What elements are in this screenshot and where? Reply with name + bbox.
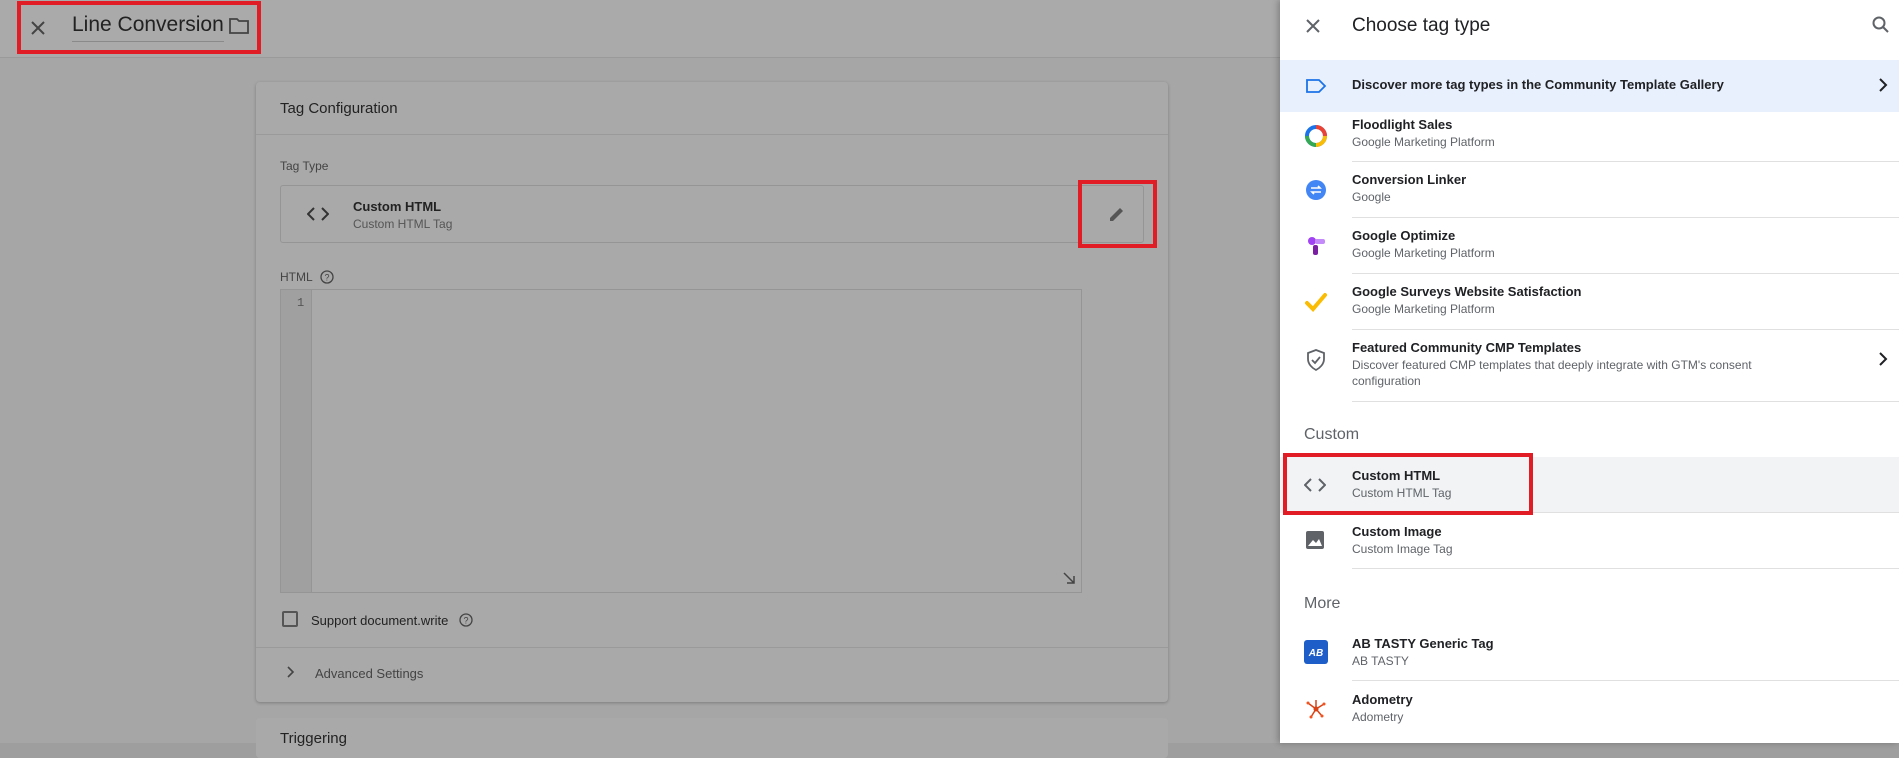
tag-type-item-google-optimize[interactable]: Google Optimize Google Marketing Platfor… <box>1280 218 1899 274</box>
resize-handle-icon[interactable] <box>1063 572 1075 584</box>
tag-editor: Line Conversion Tag Configuration Tag Ty… <box>0 0 1280 758</box>
item-name: AB TASTY Generic Tag <box>1352 636 1494 651</box>
tag-type-item-custom-image[interactable]: Custom Image Custom Image Tag <box>1280 513 1899 569</box>
highlight-custom-html <box>1283 453 1533 515</box>
floodlight-icon <box>1305 125 1327 147</box>
card-divider <box>256 647 1168 648</box>
card-header: Tag Configuration <box>256 82 1168 135</box>
choose-tag-type-drawer: Choose tag type Discover more tag types … <box>1280 0 1899 743</box>
item-name: Featured Community CMP Templates <box>1352 340 1582 355</box>
section-more: More <box>1304 595 1341 612</box>
tag-type-name: Custom HTML <box>353 199 442 214</box>
item-sub: Google Marketing Platform <box>1352 135 1495 149</box>
tag-icon <box>1306 79 1327 93</box>
tag-configuration-card: Tag Configuration Tag Type Custom HTML C… <box>256 82 1168 702</box>
support-document-write-label: Support document.write <box>311 613 449 628</box>
divider <box>1352 568 1899 569</box>
card-title: Tag Configuration <box>280 100 398 117</box>
support-document-write-checkbox[interactable] <box>282 611 298 627</box>
divider <box>1352 401 1899 402</box>
item-sub: Google Marketing Platform <box>1352 246 1495 260</box>
item-name: Conversion Linker <box>1352 172 1467 187</box>
svg-text:?: ? <box>463 616 468 626</box>
triggering-title: Triggering <box>280 730 347 747</box>
community-gallery-text: Discover more tag types in the Community… <box>1352 77 1724 92</box>
svg-text:AB: AB <box>1308 648 1323 659</box>
item-sub: Adometry <box>1352 710 1404 724</box>
help-icon[interactable]: ? <box>459 613 473 627</box>
item-name: Floodlight Sales <box>1352 117 1453 132</box>
tag-type-label: Tag Type <box>280 159 329 173</box>
close-icon[interactable] <box>1304 17 1322 35</box>
chevron-right-icon[interactable] <box>286 666 296 678</box>
item-sub: Discover featured CMP templates that dee… <box>1352 358 1752 388</box>
html-code-editor[interactable]: 1 <box>280 289 1082 593</box>
line-number: 1 <box>297 296 305 310</box>
advanced-settings-toggle[interactable]: Advanced Settings <box>315 666 423 681</box>
image-icon <box>1306 531 1324 549</box>
tag-type-item-google-surveys[interactable]: Google Surveys Website Satisfaction Goog… <box>1280 274 1899 330</box>
section-custom: Custom <box>1304 426 1360 443</box>
tag-type-item-conversion-linker[interactable]: Conversion Linker Google <box>1280 162 1899 218</box>
abtasty-icon: AB <box>1304 640 1328 664</box>
tag-type-selector[interactable]: Custom HTML Custom HTML Tag <box>280 185 1144 243</box>
tag-type-sub: Custom HTML Tag <box>353 217 453 231</box>
tag-type-item-adometry[interactable]: Adometry Adometry <box>1280 681 1899 737</box>
tag-type-item-featured-cmp[interactable]: Featured Community CMP Templates Discove… <box>1280 330 1899 402</box>
html-label: HTML <box>280 270 313 284</box>
help-icon[interactable]: ? <box>320 270 334 284</box>
search-icon[interactable] <box>1872 16 1890 34</box>
conversion-linker-icon <box>1306 180 1326 200</box>
svg-text:?: ? <box>324 273 329 283</box>
chevron-right-icon <box>1879 78 1888 92</box>
item-name: Google Surveys Website Satisfaction <box>1352 284 1582 299</box>
item-name: Adometry <box>1352 692 1413 707</box>
code-icon <box>307 207 329 221</box>
triggering-card: Triggering <box>256 718 1168 758</box>
item-name: Custom Image <box>1352 524 1442 539</box>
drawer-header: Choose tag type <box>1280 0 1899 53</box>
optimize-icon <box>1308 237 1325 255</box>
community-gallery-link[interactable]: Discover more tag types in the Community… <box>1280 60 1899 112</box>
item-sub: Google <box>1352 190 1391 204</box>
item-sub: Google Marketing Platform <box>1352 302 1495 316</box>
adometry-icon <box>1306 700 1326 719</box>
tag-type-item-ab-tasty[interactable]: AB AB TASTY Generic Tag AB TASTY <box>1280 625 1899 681</box>
surveys-icon <box>1305 293 1327 312</box>
line-gutter: 1 <box>281 290 312 592</box>
drawer-title: Choose tag type <box>1352 15 1491 36</box>
highlight-title <box>17 1 261 54</box>
item-sub: Custom Image Tag <box>1352 542 1453 556</box>
highlight-edit-button <box>1078 180 1157 248</box>
tag-type-item-floodlight-sales[interactable]: Floodlight Sales Google Marketing Platfo… <box>1280 112 1899 162</box>
item-name: Google Optimize <box>1352 228 1456 243</box>
item-sub: AB TASTY <box>1352 654 1409 668</box>
shield-check-icon <box>1307 349 1325 372</box>
chevron-right-icon <box>1879 352 1888 366</box>
